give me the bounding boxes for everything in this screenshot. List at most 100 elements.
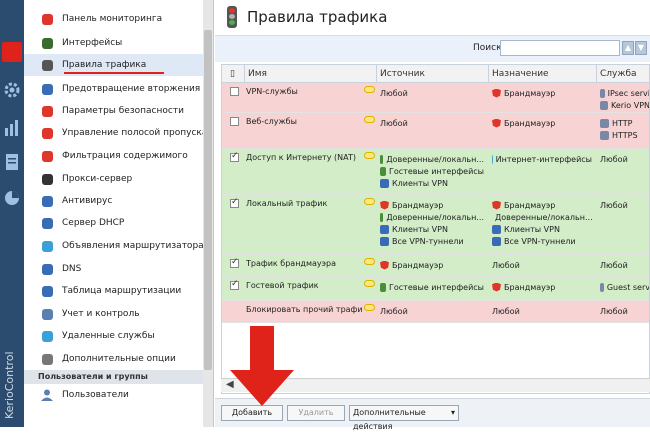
cell-value: Любой [600,306,628,316]
column-destination[interactable]: Назначение [492,69,549,79]
sidebar-item-13[interactable]: Учет и контроль [24,303,204,325]
comment-bubble-icon[interactable] [364,258,375,265]
cell-value: Доверенные/локальн... [495,212,592,222]
cell-value: Любой [492,306,520,316]
sidebar-item-14[interactable]: Удаленные службы [24,325,204,347]
table-row[interactable]: Локальный трафик Брандмауэр Доверенные/лок… [222,195,649,255]
column-source[interactable]: Источник [380,69,425,79]
rule-service: Любой [600,199,649,211]
rule-enabled-checkbox[interactable] [230,197,239,208]
sidebar-item-label: Параметры безопасности [62,106,184,116]
sidebar-item-label: Правила трафика [62,60,147,70]
comment-bubble-icon[interactable] [364,198,375,205]
more-actions-button[interactable]: Дополнительные действия ▾ [349,405,459,431]
firewall-icon [380,260,389,270]
cell-value: Гостевые интерфейсы [388,282,484,292]
cell-value: Guest serv [606,282,650,292]
table-row[interactable]: Трафик брандмауэра Брандмауэр Любой Любой [222,255,649,277]
rule-name[interactable]: VPN-службы [246,87,362,96]
rule-service: Guest serv [600,281,650,293]
rule-name[interactable]: Гостевой трафик [246,281,362,290]
vpn-icon [380,224,389,234]
rule-name[interactable]: Блокировать прочий трафик [246,305,362,314]
cell-value: Брандмауэр [504,200,556,210]
column-enabled-icon[interactable]: ▯ [230,69,235,79]
comment-bubble-icon[interactable] [364,116,375,123]
logs-document-icon[interactable] [2,152,22,172]
rule-name[interactable]: Веб-службы [246,117,362,126]
comment-bubble-icon[interactable] [364,86,375,93]
statistics-bars-icon[interactable] [2,118,22,138]
sidebar-item-15[interactable]: Дополнительные опции [24,348,204,370]
table-row[interactable]: Веб-службы Любой Брандмауэр HTTP HTTPS [222,113,649,149]
table-header: ▯ Имя Источник Назначение Служба [222,65,649,83]
cell-value: Клиенты VPN [392,178,448,188]
sidebar-item-9[interactable]: Сервер DHCP [24,212,204,234]
sidebar-item-label: Предотвращение вторжения [62,84,201,94]
network-group-icon [380,212,384,222]
status-pie-icon[interactable] [2,188,22,208]
cell-value: Любой [380,88,408,98]
rule-name[interactable]: Доступ к Интернету (NAT) [246,153,362,162]
sidebar-item-4[interactable]: Параметры безопасности [24,100,204,122]
sidebar-item-users[interactable]: Пользователи [24,384,204,406]
settings-gear-icon[interactable] [2,80,22,100]
rule-name[interactable]: Локальный трафик [246,199,362,208]
search-next-icon[interactable]: ▼ [635,41,647,55]
comment-bubble-icon[interactable] [364,280,375,287]
firewall-icon [492,88,501,98]
cell-value: Гостевые интерфейсы [388,166,484,176]
rule-enabled-checkbox[interactable] [230,117,239,126]
sidebar-item-label: Панель мониторинга [62,14,163,24]
antivirus-icon [40,194,54,208]
sidebar-item-5[interactable]: Управление полосой пропускания [24,122,213,144]
sidebar-item-label: Учет и контроль [62,309,140,319]
cell-value: Брандмауэр [504,118,556,128]
sidebar-item-8[interactable]: Антивирус [24,190,204,212]
cell-value: IPsec servi [607,88,650,98]
rule-enabled-checkbox[interactable] [230,257,239,268]
sidebar-item-6[interactable]: Фильтрация содержимого [24,145,204,167]
table-row[interactable]: Доступ к Интернету (NAT) Доверенные/локал… [222,149,649,195]
column-service[interactable]: Служба [600,69,637,79]
cell-value: HTTP [612,118,633,128]
sidebar-item-label: Удаленные службы [62,331,155,341]
sidebar-item-3[interactable]: Предотвращение вторжения [24,78,204,100]
kerio-shield-icon[interactable] [2,42,22,62]
bandwidth-icon [40,126,54,140]
shield-icon [40,82,54,96]
sidebar-item-7[interactable]: Прокси-сервер [24,168,204,190]
search-prev-icon[interactable]: ▲ [622,41,634,55]
sidebar-item-1[interactable]: Интерфейсы [24,32,204,54]
column-name[interactable]: Имя [248,69,267,79]
sidebar-item-0[interactable]: Панель мониторинга [24,8,204,30]
rule-name[interactable]: Трафик брандмауэра [246,259,362,268]
comment-bubble-icon[interactable] [364,304,375,311]
rule-enabled-checkbox[interactable] [230,87,239,96]
sidebar-item-11[interactable]: DNS [24,258,204,280]
sidebar-scrollbar[interactable] [203,0,213,427]
sidebar-item-10[interactable]: Объявления маршрутизатора IPv6 [24,235,213,257]
sidebar-scrollbar-thumb[interactable] [204,30,212,370]
table-row[interactable]: VPN-службы Любой Брандмауэр IPsec servi Keri… [222,83,650,113]
rule-service: Любой [600,153,649,165]
comment-bubble-icon[interactable] [364,152,375,159]
proxy-icon [40,172,54,186]
search-input[interactable] [500,40,620,56]
rule-source: Доверенные/локальн... Гостевые интерфейсы… [380,153,484,189]
rule-destination: Брандмауэр [492,87,592,99]
search-bar: Поиск: ▲ ▼ [215,36,650,62]
accounting-icon [40,307,54,321]
sidebar-item-12[interactable]: Таблица маршрутизации [24,280,204,302]
rule-enabled-checkbox[interactable] [230,279,239,290]
service-icon [600,118,609,128]
sidebar-item-label: Фильтрация содержимого [62,151,188,161]
routing-icon [40,284,54,298]
service-icon [600,282,604,292]
cell-value: HTTPS [612,130,638,140]
table-row[interactable]: Блокировать прочий трафик Любой Любой Любой [222,301,649,323]
rule-enabled-checkbox[interactable] [230,151,239,162]
cell-value: Любой [380,118,408,128]
sidebar-item-label: Таблица маршрутизации [62,286,182,296]
table-row[interactable]: Гостевой трафик Гостевые интерфейсы Брандм… [222,277,650,301]
